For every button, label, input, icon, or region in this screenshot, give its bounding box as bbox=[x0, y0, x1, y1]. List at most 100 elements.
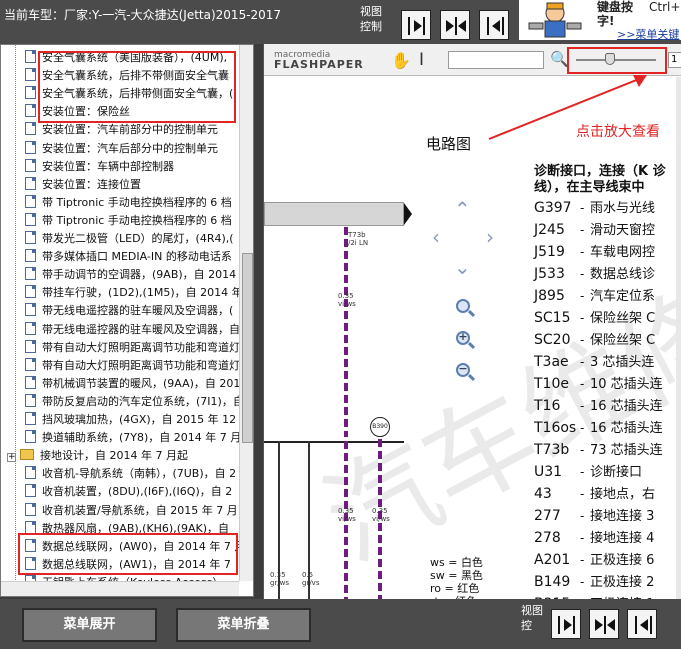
component-code: T10e bbox=[534, 376, 569, 392]
component-code: 278 bbox=[534, 530, 561, 546]
menu-tree: 安全气囊系统（美国版装备），(4UM), 安全气囊系统，后排不带侧面安全气囊 安全气… bbox=[0, 44, 254, 597]
bus-line bbox=[264, 441, 404, 443]
component-desc: 接地点，右 bbox=[590, 487, 656, 502]
component-desc: 正极连接 2 bbox=[590, 575, 655, 590]
view-right-panel-button[interactable] bbox=[479, 10, 509, 40]
document-icon bbox=[25, 267, 36, 281]
legend-entry: ro = 红色 bbox=[430, 582, 480, 595]
tree-item-label: 换道辅助系统，(7Y8)，自 2014 年 7 月 bbox=[42, 431, 242, 445]
expand-icon[interactable]: + bbox=[7, 453, 16, 463]
tree-item[interactable]: 带无线电遥控器的驻车暖风及空调器，( bbox=[25, 302, 233, 320]
connector-bar bbox=[264, 202, 404, 226]
view-left-panel-button[interactable] bbox=[401, 10, 431, 40]
tree-item[interactable]: 带发光二极管（LED）的尾灯，(4R4),( bbox=[25, 230, 234, 248]
pan-down-icon[interactable]: ⌄ bbox=[454, 255, 471, 279]
component-desc: 接地连接 3 bbox=[590, 509, 655, 524]
component-code: SC20 bbox=[534, 332, 571, 348]
text-select-icon[interactable]: I bbox=[419, 50, 424, 70]
tree-item[interactable]: 带挂车行驶，(1D2),(1M5)，自 2014 年 bbox=[25, 284, 243, 302]
component-code-row: T3ae -3 芯插头连 bbox=[534, 351, 654, 373]
tree-item[interactable]: 带手动调节的空调器，(9AB)，自 2014 年 bbox=[25, 266, 251, 284]
component-code-row: T73b -73 芯插头连 bbox=[534, 439, 663, 461]
help-link[interactable]: >>菜单关键 bbox=[617, 26, 679, 42]
connector-arrow-icon bbox=[404, 203, 412, 225]
document-icon bbox=[25, 430, 36, 444]
component-code: B149 bbox=[534, 574, 571, 590]
tree-item[interactable]: 安装位置：汽车后部分中的控制单元 bbox=[25, 140, 218, 158]
tree-scroll-thumb[interactable] bbox=[242, 253, 253, 443]
tree-vertical-scrollbar[interactable] bbox=[239, 45, 253, 581]
view-split-button-bottom[interactable] bbox=[589, 609, 619, 639]
tree-item[interactable]: 带无线电遥控器的驻车暖风及空调器，自 bbox=[25, 321, 240, 339]
component-code-row: 278 - 接地连接 4 bbox=[534, 527, 654, 549]
arrow-left-icon bbox=[635, 616, 652, 634]
pan-left-icon[interactable]: ‹ bbox=[432, 225, 440, 249]
zoom-out-icon[interactable]: − bbox=[456, 362, 470, 377]
tree-item[interactable]: 收音机装置，(8DU),(I6F),(I6Q)，自 2 bbox=[25, 483, 232, 501]
pan-right-icon[interactable]: › bbox=[486, 225, 494, 249]
tree-item-label: 安装位置：汽车前部分中的控制单元 bbox=[42, 123, 218, 137]
document-viewer: macromedia FLASHPAPER ✋ I 🔍 1 汽车维修 T73b … bbox=[263, 44, 681, 599]
component-desc: 16 芯插头连 bbox=[590, 399, 663, 414]
separator: - bbox=[580, 223, 585, 237]
tree-item[interactable]: 带有自动大灯照明距离调节功能和弯道灯 bbox=[25, 357, 240, 375]
view-control-label: 视图控制 bbox=[360, 5, 382, 33]
separator: - bbox=[580, 509, 585, 523]
separator: - bbox=[580, 311, 585, 325]
menu-expand-button[interactable]: 菜单展开 bbox=[22, 608, 157, 642]
component-desc: 16 芯插头连 bbox=[590, 421, 663, 436]
document-icon bbox=[25, 68, 36, 82]
tree-item-label: 带机械调节装置的暖风，(9AA)，自 201 bbox=[42, 376, 241, 390]
document-icon bbox=[25, 249, 36, 263]
component-desc: 正极连接 6 bbox=[590, 553, 655, 568]
tree-item[interactable]: 安装位置：连接位置 bbox=[25, 176, 141, 194]
hand-tool-icon[interactable]: ✋ bbox=[391, 51, 411, 70]
document-icon bbox=[25, 393, 36, 407]
document-scrollbar[interactable] bbox=[676, 77, 681, 599]
zoom-field[interactable]: 1 bbox=[668, 52, 681, 68]
separator: - bbox=[580, 355, 585, 369]
view-left-panel-button-bottom[interactable] bbox=[551, 609, 581, 639]
tree-item[interactable]: 收音机-导航系统（南韩），(7UB)，自 2 bbox=[25, 465, 236, 483]
tree-item[interactable]: 安装位置：汽车前部分中的控制单元 bbox=[25, 121, 218, 139]
component-code-row: U31 - 诊断接口 bbox=[534, 461, 642, 483]
component-code: J519 bbox=[534, 244, 565, 260]
component-code: T3ae bbox=[534, 354, 569, 370]
document-icon bbox=[25, 140, 36, 154]
tree-item[interactable]: 带机械调节装置的暖风，(9AA)，自 201 bbox=[25, 375, 240, 393]
top-bar: 当前车型：厂家:Y-一汽-大众捷达(Jetta)2015-2017 视图控制 键… bbox=[0, 0, 681, 44]
tree-item-label: 收音机装置，(8DU),(I6F),(I6Q)，自 2 bbox=[42, 485, 233, 499]
legend-entry: sw = 黑色 bbox=[430, 569, 483, 582]
pan-up-icon[interactable]: ⌃ bbox=[454, 197, 471, 221]
document-icon bbox=[25, 212, 36, 226]
tree-item[interactable]: 带 Tiptronic 手动电控换档程序的 6 档 bbox=[25, 194, 232, 212]
view-split-button[interactable] bbox=[440, 10, 470, 40]
component-code-row: G397- 雨水与光线 bbox=[534, 197, 655, 219]
tree-item[interactable]: 挡风玻璃加热，(4GX)，自 2015 年 12 bbox=[25, 411, 236, 429]
document-icon bbox=[25, 339, 36, 353]
separator: - bbox=[580, 443, 585, 457]
tree-horizontal-scrollbar[interactable] bbox=[1, 581, 239, 596]
component-code-row: SC20- 保险丝架 C bbox=[534, 329, 655, 351]
diagram-title-line1: 诊断接口，连接（K 诊 bbox=[534, 164, 666, 179]
split-arrows-icon bbox=[595, 616, 615, 634]
tree-item[interactable]: 带有自动大灯照明距离调节功能和弯道灯 bbox=[25, 339, 240, 357]
tree-item[interactable]: 安装位置：车辆中部控制器 bbox=[25, 158, 174, 176]
tree-folder[interactable]: + 接地设计，自 2014 年 7 月起 bbox=[7, 447, 188, 465]
component-desc: 雨水与光线 bbox=[590, 201, 656, 216]
component-desc: 3 芯插头连 bbox=[590, 355, 655, 370]
component-desc: 诊断接口 bbox=[590, 465, 643, 480]
view-right-panel-button-bottom[interactable] bbox=[627, 609, 657, 639]
document-icon bbox=[25, 412, 36, 425]
zoom-fit-icon[interactable] bbox=[456, 299, 470, 313]
menu-collapse-button[interactable]: 菜单折叠 bbox=[176, 608, 311, 642]
tree-item-label: 安装位置：车辆中部控制器 bbox=[42, 159, 174, 173]
tree-item[interactable]: 带 Tiptronic 手动电控换档程序的 6 档 bbox=[25, 212, 232, 230]
tree-item[interactable]: 带防反复启动的汽车定位系统，(7I1)，自 bbox=[25, 393, 244, 411]
tree-item[interactable]: 带多媒体插口 MEDIA-IN 的移动电话系 bbox=[25, 248, 232, 266]
component-code: T16 bbox=[534, 398, 561, 414]
tree-item[interactable]: 换道辅助系统，(7Y8)，自 2014 年 7 月 bbox=[25, 429, 241, 447]
component-code-row: T10e -10 芯插头连 bbox=[534, 373, 663, 395]
zoom-in-icon[interactable]: + bbox=[456, 330, 470, 345]
tree-item[interactable]: 收音机装置/导航系统，自 2015 年 7 月 bbox=[25, 502, 238, 520]
